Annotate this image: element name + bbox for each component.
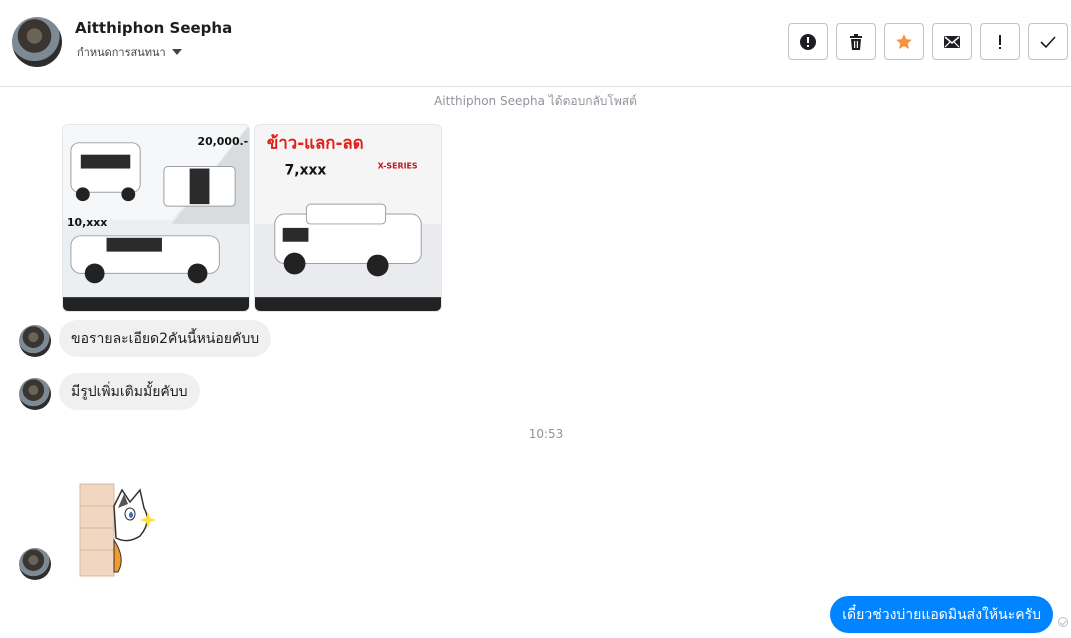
action-toolbar (788, 23, 1068, 60)
star-icon (896, 33, 912, 49)
truck-promo-image-1: 20,000.- 10,xxx (63, 125, 249, 311)
seen-check-icon (1058, 617, 1068, 627)
outgoing-message: เดี๋ยวช่วงบ่ายแอดมินส่งให้นะครับ (830, 596, 1053, 633)
report-button[interactable] (788, 23, 828, 60)
star-button[interactable] (884, 23, 924, 60)
alert-circle-icon (800, 33, 816, 50)
mark-unread-button[interactable] (932, 23, 972, 60)
attached-photo-1[interactable]: 20,000.- 10,xxx (62, 124, 250, 312)
sender-avatar (19, 378, 51, 410)
conversation-status-label: กำหนดการสนทนา (77, 46, 166, 59)
message-timestamp: 10:53 (528, 427, 564, 441)
conversation-header: Aitthiphon Seepha กำหนดการสนทนา (0, 0, 1071, 87)
contact-name[interactable]: Aitthiphon Seepha (75, 19, 232, 37)
cat-peeking-sticker (79, 483, 156, 577)
conversation-status-dropdown[interactable]: กำหนดการสนทนา (77, 43, 182, 61)
trash-icon (850, 33, 862, 50)
check-icon (1040, 35, 1056, 48)
mark-done-button[interactable] (1028, 23, 1068, 60)
price-text-2: 10,xxx (67, 216, 107, 229)
mail-icon (944, 35, 960, 48)
incoming-message: ขอรายละเอียด2คันนี้หน่อยคับบ (59, 320, 272, 357)
incoming-message: มีรูปเพิ่มเติมมั้ยคับบ (59, 373, 200, 410)
attached-photo-2[interactable]: ข้าว-แลก-ลด 7,xxx X-SERIES (254, 124, 442, 312)
caret-down-icon (171, 49, 182, 55)
exclamation-icon (999, 34, 1001, 49)
delete-button[interactable] (836, 23, 876, 60)
sender-avatar (19, 548, 51, 580)
promo-headline: ข้าว-แลก-ลด (267, 133, 364, 153)
promo-price: 7,xxx (285, 162, 327, 178)
truck-promo-image-2: ข้าว-แลก-ลด 7,xxx X-SERIES (255, 125, 441, 311)
sender-avatar (19, 325, 51, 357)
contact-avatar[interactable] (12, 17, 62, 67)
promo-series: X-SERIES (378, 162, 418, 171)
reply-context-note: Aitthiphon Seepha ได้ตอบกลับโพสต์ (434, 94, 637, 108)
price-text-1: 20,000.- (198, 135, 249, 148)
follow-up-button[interactable] (980, 23, 1020, 60)
